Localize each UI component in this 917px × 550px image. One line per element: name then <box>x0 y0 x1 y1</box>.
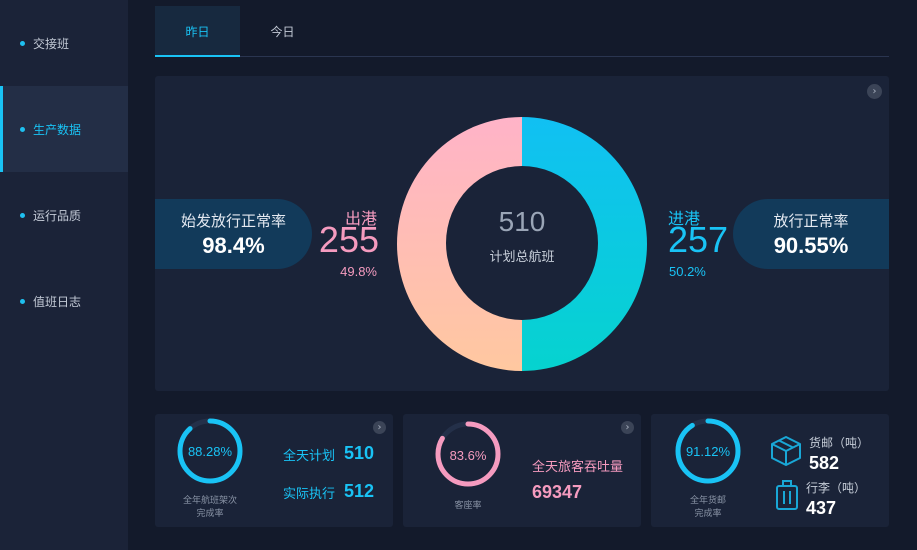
throughput-label: 全天旅客吞吐量 <box>532 460 624 475</box>
total-flights-value: 510 <box>498 206 546 237</box>
load-factor-value: 83.6% <box>449 448 487 463</box>
luggage-value: 437 <box>806 498 837 518</box>
package-icon <box>771 436 801 466</box>
flight-completion-value: 88.28% <box>187 444 233 459</box>
chevron-right-icon[interactable]: › <box>621 421 634 434</box>
tab-today[interactable]: 今日 <box>240 6 325 56</box>
bullet-icon <box>20 126 25 132</box>
sidebar-item-label: 值班日志 <box>33 294 82 309</box>
arrival-segment <box>522 117 647 371</box>
departure-value-wrap: 255 <box>315 222 379 258</box>
passenger-card: › 83.6% 客座率 全天旅客吞吐量 69347 <box>403 414 641 527</box>
release-rate-value: 90.55% <box>773 233 849 258</box>
throughput-value: 69347 <box>532 482 583 502</box>
flight-completion-card: › 88.28% 全年航班架次 完成率 全天计划 510 实际执行 512 <box>155 414 393 527</box>
flight-completion-caption-line1: 全年航班架次 <box>182 496 237 506</box>
bullet-icon <box>20 40 25 46</box>
luggage-icon <box>776 480 798 510</box>
sidebar-item-production-data[interactable]: 生产数据 <box>0 86 128 172</box>
chevron-right-icon[interactable]: › <box>867 84 882 99</box>
departure-percent: 49.8% <box>340 264 377 279</box>
total-flights-label: 计划总航班 <box>489 250 555 265</box>
arrival-percent-wrap: 50.2% <box>669 261 706 280</box>
cargo-card: 91.12% 全年货邮 完成率 货邮（吨） 582 行李（吨） 437 <box>651 414 889 527</box>
chevron-right-icon[interactable]: › <box>373 421 386 434</box>
sidebar-item-handover[interactable]: 交接班 <box>0 0 128 86</box>
tab-yesterday[interactable]: 昨日 <box>155 6 240 57</box>
load-factor-caption: 客座率 <box>454 501 482 511</box>
sidebar: 交接班 生产数据 运行品质 值班日志 <box>0 0 128 550</box>
bullet-icon <box>20 298 25 304</box>
actual-label: 实际执行 <box>283 487 336 502</box>
flight-completion-caption-line2: 完成率 <box>196 509 224 519</box>
arrival-value-wrap: 257 <box>668 222 728 258</box>
date-tabs: 昨日 今日 <box>155 6 889 57</box>
departure-segment <box>397 117 522 371</box>
cargo-label: 货邮（吨） <box>809 436 870 450</box>
cargo-completion-caption-line2: 完成率 <box>694 509 722 519</box>
sidebar-item-label: 交接班 <box>33 36 70 51</box>
cargo-completion-value: 91.12% <box>685 444 731 459</box>
plan-value: 510 <box>344 443 375 463</box>
release-rate-label: 放行正常率 <box>773 212 849 230</box>
actual-value: 512 <box>344 481 375 501</box>
origin-release-rate-pill: 始发放行正常率 98.4% <box>155 199 312 269</box>
bullet-icon <box>20 212 25 218</box>
release-rate-pill: 放行正常率 90.55% <box>733 199 889 269</box>
flight-completion-caption: 全年航班架次 完成率 <box>165 495 255 521</box>
luggage-label: 行李（吨） <box>806 481 867 495</box>
arrival-percent: 50.2% <box>669 264 706 279</box>
sidebar-item-label: 生产数据 <box>33 122 82 137</box>
sidebar-item-label: 运行品质 <box>33 208 82 223</box>
cargo-completion-caption: 全年货邮 完成率 <box>663 495 753 521</box>
sidebar-item-operation-quality[interactable]: 运行品质 <box>0 172 128 258</box>
cargo-value: 582 <box>809 453 840 473</box>
origin-release-rate-label: 始发放行正常率 <box>180 212 286 230</box>
flight-split-donut <box>397 117 647 371</box>
departure-value: 255 <box>318 219 379 260</box>
origin-release-rate-value: 98.4% <box>202 233 265 258</box>
sidebar-item-duty-log[interactable]: 值班日志 <box>0 258 128 344</box>
flight-overview-panel: › 始发放行正常率 98.4% 放行正常率 90.55% 出港 255 49.8… <box>155 76 889 391</box>
plan-label: 全天计划 <box>283 449 336 464</box>
arrival-value: 257 <box>668 219 729 260</box>
cargo-completion-caption-line1: 全年货邮 <box>689 496 726 506</box>
departure-percent-wrap: 49.8% <box>321 261 377 280</box>
